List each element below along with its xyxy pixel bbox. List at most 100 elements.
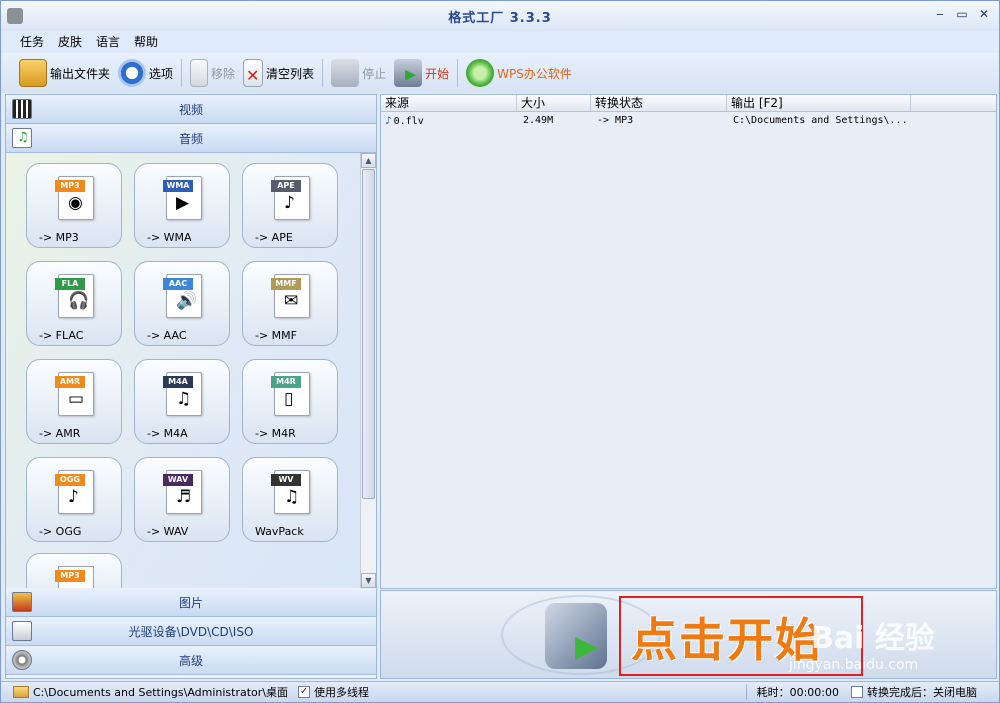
status-divider [745,684,747,700]
format-tile[interactable]: M4R ▯ -> M4R [242,359,338,444]
options-button[interactable]: 选项 [114,56,177,90]
format-glyph-icon: ✉ [284,291,299,311]
format-glyph-icon: 🔊 [176,291,198,311]
format-tag: WMA [163,180,193,192]
toolbar-separator [181,59,183,87]
column-status[interactable]: 转换状态 [591,95,727,111]
options-label: 选项 [149,66,174,81]
file-list-header: 来源 大小 转换状态 输出 [F2] [381,95,996,112]
document-icon: WMA ▶ [163,176,202,220]
format-glyph-icon: ▭ [68,389,85,409]
clear-list-icon [243,59,264,87]
stop-button[interactable]: 停止 [327,56,390,90]
column-size[interactable]: 大小 [517,95,591,111]
format-tile[interactable]: WMA ▶ -> WMA [134,163,230,248]
toolbar-separator [322,59,324,87]
scroll-up-arrow-icon[interactable]: ▲ [361,153,376,168]
document-icon: MP3 [55,566,94,588]
baidu-watermark: Bai 经验 [811,621,935,656]
document-icon: WAV ♬ [163,470,202,514]
start-button[interactable]: 开始 [390,56,453,90]
document-icon: APE ♪ [271,176,310,220]
column-output[interactable]: 输出 [F2] [727,95,911,111]
category-picture[interactable]: 图片 [6,588,376,617]
table-row[interactable]: ♪ 0.flv 2.49M -> MP3 C:\Documents and Set… [381,112,996,129]
document-icon: FLA 🎧 [55,274,94,318]
category-advanced[interactable]: 高级 [6,646,376,675]
picture-icon [12,592,32,612]
category-audio[interactable]: 音频 [6,124,376,153]
disc-drive-icon [12,621,32,641]
gear-icon [118,59,147,87]
big-start-icon[interactable] [545,603,607,669]
menu-language[interactable]: 语言 [89,31,127,51]
format-label: -> FLAC [39,329,84,342]
format-tag: OGG [55,474,85,486]
format-tile[interactable]: OGG ♪ -> OGG [26,457,122,542]
category-audio-label: 音频 [178,131,203,146]
maximize-button[interactable]: ▭ [955,7,969,21]
category-picture-label: 图片 [178,595,203,610]
output-folder-button[interactable]: 输出文件夹 [15,56,114,90]
remove-button[interactable]: 移除 [186,56,239,90]
wps-icon [466,59,495,87]
format-tile[interactable]: AMR ▭ -> AMR [26,359,122,444]
multithread-checkbox[interactable]: ✓ [298,686,311,698]
format-tag: AAC [163,278,193,290]
close-button[interactable]: ✕ [977,7,991,21]
format-tile-partial[interactable]: MP3 [26,553,122,588]
scrollbar-thumb[interactable] [362,169,375,499]
toolbar-separator [457,59,459,87]
format-label: -> APE [255,231,293,244]
format-tile[interactable]: AAC 🔊 -> AAC [134,261,230,346]
stop-icon [331,59,360,87]
vertical-scrollbar[interactable]: ▲ ▼ [360,153,376,588]
format-label: -> M4R [255,427,296,440]
audio-format-grid: MP3 ◉ -> MP3 WMA ▶ -> WMA APE ♪ -> APE FLA 🎧 -> FLA… [26,163,338,542]
clear-list-button[interactable]: 清空列表 [239,56,318,90]
app-icon[interactable] [7,8,23,24]
menu-tasks[interactable]: 任务 [13,31,51,51]
format-label: -> AMR [39,427,81,440]
category-disc[interactable]: 光驱设备\DVD\CD\ISO [6,617,376,646]
status-bar: C:\Documents and Settings\Administrator\… [1,681,999,702]
start-banner: 点击开始 Bai 经验 jingyan.baidu.com [380,590,997,679]
output-path[interactable]: C:\Documents and Settings\Administrator\… [33,684,288,700]
scroll-down-arrow-icon[interactable]: ▼ [361,573,376,588]
format-label: -> MMF [255,329,297,342]
document-icon: AAC 🔊 [163,274,202,318]
format-glyph-icon: ♪ [68,487,79,507]
format-tag: MMF [271,278,301,290]
minimize-button[interactable]: ‒ [933,7,947,21]
format-tile[interactable]: MP3 ◉ -> MP3 [26,163,122,248]
format-glyph-icon: ♫ [284,487,300,507]
format-tile[interactable]: FLA 🎧 -> FLAC [26,261,122,346]
format-label: -> OGG [39,525,82,538]
column-source[interactable]: 来源 [381,95,517,111]
format-tile[interactable]: WAV ♬ -> WAV [134,457,230,542]
format-tile[interactable]: MMF ✉ -> MMF [242,261,338,346]
format-label: -> MP3 [39,231,79,244]
folder-icon[interactable] [13,686,29,698]
wps-button[interactable]: WPS办公软件 [462,56,576,90]
file-status: -> MP3 [597,115,634,126]
menu-help[interactable]: 帮助 [127,31,165,51]
format-tile[interactable]: APE ♪ -> APE [242,163,338,248]
file-source: 0.flv [393,116,424,127]
audio-file-icon: ♪ [385,114,392,127]
format-glyph-icon: ▯ [284,389,294,409]
format-tile[interactable]: WV ♫ WavPack [242,457,338,542]
output-folder-label: 输出文件夹 [50,66,111,81]
elapsed-time: 耗时：00:00:00 [756,686,839,699]
format-label: -> WMA [147,231,192,244]
format-tag: AMR [55,376,85,388]
toolbar: 输出文件夹 选项 移除 清空列表 停止 开始 WPS办公软件 [1,53,999,93]
format-glyph-icon: ♪ [284,193,295,213]
format-tile[interactable]: M4A ♫ -> M4A [134,359,230,444]
format-tag: WAV [163,474,193,486]
menu-skin[interactable]: 皮肤 [51,31,89,51]
category-advanced-label: 高级 [178,653,203,668]
format-tag: M4A [163,376,193,388]
category-video[interactable]: 视频 [6,95,376,124]
after-done-checkbox[interactable] [851,686,863,698]
